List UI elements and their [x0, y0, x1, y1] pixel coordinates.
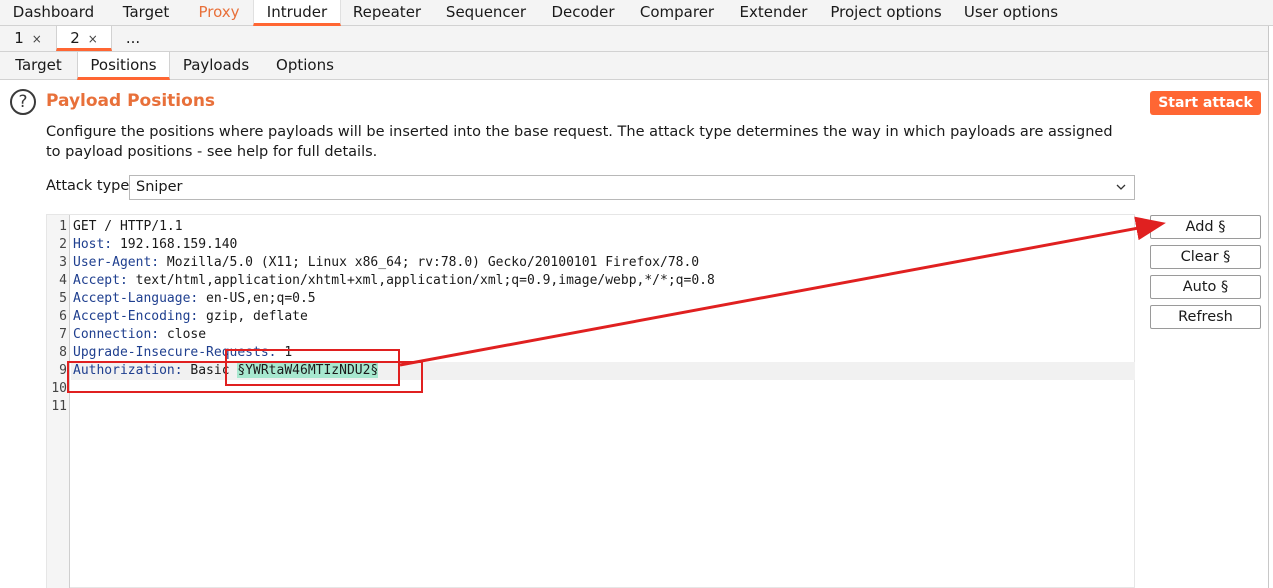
header-value: text/html,application/xhtml+xml,applicat… — [127, 273, 715, 288]
attack-type-value: Sniper — [136, 179, 183, 195]
payload-marker[interactable]: §YWRtaW46MTIzNDU2§ — [237, 363, 379, 378]
tab-target[interactable]: Target — [0, 52, 77, 80]
line-number: 1 — [59, 219, 67, 234]
close-icon[interactable]: × — [88, 32, 98, 46]
attack-tab-label: 1 — [14, 29, 24, 47]
line-number: 6 — [59, 309, 67, 324]
line-number-gutter: 1 2 3 4 5 6 7 8 9 10 11 — [47, 215, 70, 588]
header-line: Upgrade-Insecure-Requests: 1 — [73, 344, 292, 362]
auto-markers-button[interactable]: Auto § — [1150, 275, 1261, 299]
tool-tab-target[interactable]: Target — [107, 0, 185, 26]
header-value: gzip, deflate — [198, 309, 308, 324]
tool-tab-user-options[interactable]: User options — [952, 0, 1070, 26]
header-value: Basic — [182, 363, 238, 378]
header-line: Accept: text/html,application/xhtml+xml,… — [73, 272, 715, 290]
tool-tab-project-options[interactable]: Project options — [820, 0, 952, 26]
page-title: Payload Positions — [46, 91, 216, 111]
header-key: Accept: — [73, 273, 128, 288]
tool-tab-extender[interactable]: Extender — [727, 0, 820, 26]
close-icon[interactable]: × — [32, 32, 42, 46]
chevron-down-icon — [1116, 184, 1126, 190]
attack-tab-2[interactable]: 2 × — [56, 26, 112, 51]
header-key: Connection: — [73, 327, 160, 342]
attack-tab-1[interactable]: 1 × — [0, 26, 56, 51]
line-number: 10 — [51, 381, 67, 396]
add-marker-button[interactable]: Add § — [1150, 215, 1261, 239]
header-value: 192.168.159.140 — [112, 237, 238, 252]
line-number: 9 — [59, 363, 67, 378]
line-number: 11 — [51, 399, 67, 414]
attack-type-select[interactable]: Sniper — [129, 175, 1135, 200]
attack-tab-bar: 1 × 2 × ... — [0, 26, 1273, 52]
header-line: Host: 192.168.159.140 — [73, 236, 237, 254]
tool-tab-sequencer[interactable]: Sequencer — [433, 0, 539, 26]
intruder-sub-tab-bar: Target Positions Payloads Options — [0, 52, 1273, 80]
header-value: 1 — [276, 345, 293, 360]
line-number: 8 — [59, 345, 67, 360]
line-number: 5 — [59, 291, 67, 306]
header-line: Accept-Language: en-US,en;q=0.5 — [73, 290, 316, 308]
tool-tab-dashboard[interactable]: Dashboard — [0, 0, 107, 26]
line-number: 4 — [59, 273, 67, 288]
clear-markers-button[interactable]: Clear § — [1150, 245, 1261, 269]
tool-tab-intruder[interactable]: Intruder — [253, 0, 341, 26]
tool-tab-decoder[interactable]: Decoder — [539, 0, 627, 26]
header-value: close — [159, 327, 207, 342]
tab-options[interactable]: Options — [262, 52, 348, 80]
authorization-line: Authorization: Basic §YWRtaW46MTIzNDU2§ — [73, 362, 379, 380]
start-attack-button[interactable]: Start attack — [1150, 91, 1261, 115]
header-key: Authorization: — [73, 363, 183, 378]
vertical-scrollbar[interactable] — [1268, 26, 1273, 588]
header-value: Mozilla/5.0 (X11; Linux x86_64; rv:78.0)… — [159, 255, 700, 270]
tool-tab-comparer[interactable]: Comparer — [627, 0, 727, 26]
section-description: Configure the positions where payloads w… — [46, 124, 1113, 160]
header-key: Upgrade-Insecure-Requests: — [73, 345, 277, 360]
header-key: Host: — [73, 237, 113, 252]
tab-positions[interactable]: Positions — [77, 52, 170, 80]
line-number: 3 — [59, 255, 67, 270]
line-number: 7 — [59, 327, 67, 342]
header-line: Accept-Encoding: gzip, deflate — [73, 308, 308, 326]
attack-type-label: Attack type: — [46, 178, 135, 194]
tab-payloads[interactable]: Payloads — [170, 52, 262, 80]
line-number: 2 — [59, 237, 67, 252]
attack-tab-label: 2 — [70, 29, 80, 47]
tool-tab-bar: Dashboard Target Proxy Intruder Repeater… — [0, 0, 1273, 26]
tool-tab-proxy[interactable]: Proxy — [185, 0, 253, 26]
tool-tab-repeater[interactable]: Repeater — [341, 0, 433, 26]
header-line: Connection: close — [73, 326, 206, 344]
request-line: GET / HTTP/1.1 — [73, 219, 183, 234]
request-editor[interactable]: 1 2 3 4 5 6 7 8 9 10 11 GET / HTTP/1.1 H… — [46, 214, 1135, 588]
header-key: User-Agent: — [73, 255, 160, 270]
attack-tab-new[interactable]: ... — [112, 26, 154, 51]
header-line: User-Agent: Mozilla/5.0 (X11; Linux x86_… — [73, 254, 699, 272]
refresh-button[interactable]: Refresh — [1150, 305, 1261, 329]
header-key: Accept-Language: — [73, 291, 199, 306]
header-key: Accept-Encoding: — [73, 309, 199, 324]
help-icon[interactable]: ? — [10, 89, 36, 115]
header-value: en-US,en;q=0.5 — [198, 291, 316, 306]
